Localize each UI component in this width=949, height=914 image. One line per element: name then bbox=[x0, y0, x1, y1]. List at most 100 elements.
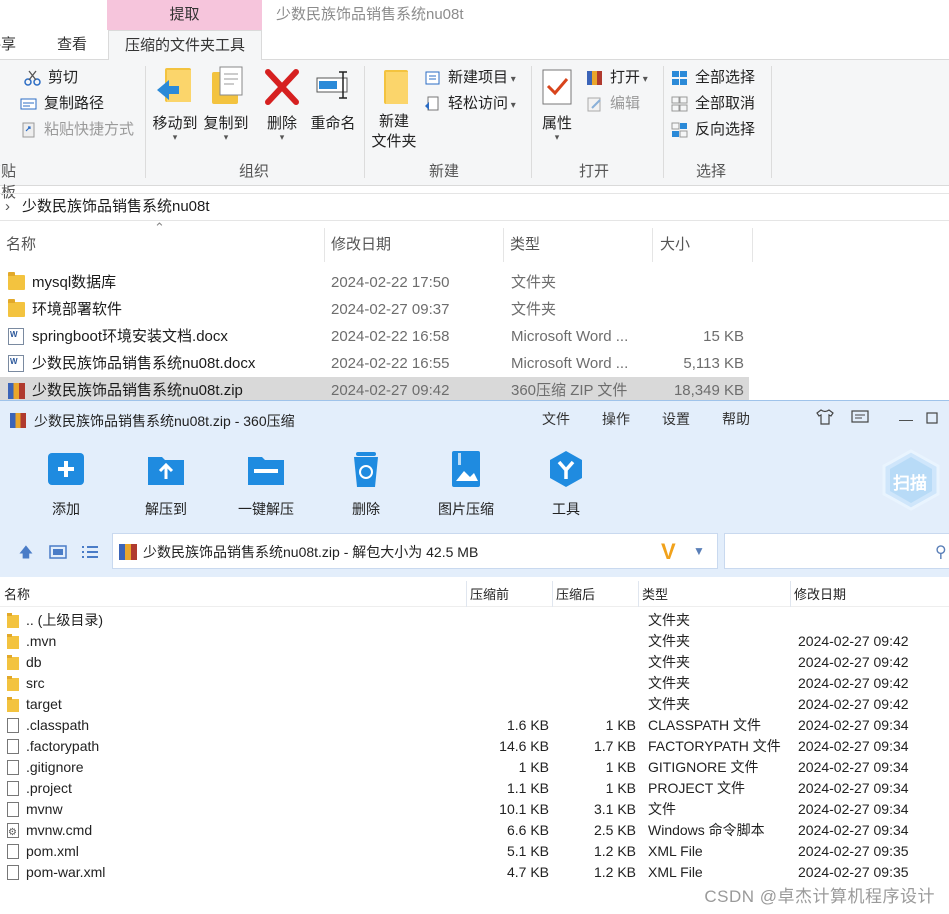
scan-button[interactable]: 扫描 bbox=[880, 449, 942, 511]
select-all-icon bbox=[672, 71, 687, 85]
zip-row[interactable]: pom-war.xml 4.7 KB 1.2 KB XML File 2024-02-2… bbox=[0, 862, 949, 883]
zip-row[interactable]: .classpath 1.6 KB 1 KB CLASSPATH 文件 2024-02-… bbox=[0, 715, 949, 736]
new-folder-icon bbox=[374, 66, 414, 108]
select-none-button[interactable]: 全部取消 bbox=[671, 93, 755, 115]
address-bar[interactable]: › 少数民族饰品销售系统nu08t bbox=[0, 193, 949, 221]
search-icon[interactable]: ⚲ bbox=[935, 542, 947, 562]
column-header-size[interactable]: 大小 bbox=[654, 228, 752, 262]
menu-help[interactable]: 帮助 bbox=[722, 401, 750, 437]
image-compress-button[interactable]: 图片压缩 bbox=[426, 449, 506, 519]
file-icon bbox=[7, 781, 19, 796]
cut-button[interactable]: 剪切 bbox=[24, 67, 78, 89]
zip-row[interactable]: db 文件夹 2024-02-27 09:42 bbox=[0, 652, 949, 673]
zip-item-size-before: 4.7 KB bbox=[506, 864, 549, 880]
copy-path-button[interactable]: 复制路径 bbox=[20, 93, 104, 115]
tab-compressed-folder-tools[interactable]: 压缩的文件夹工具 bbox=[108, 30, 263, 61]
zip-window: 少数民族饰品销售系统nu08t.zip - 360压缩 文件 操作 设置 帮助 … bbox=[0, 400, 949, 914]
zip-column-header-after[interactable]: 压缩后 bbox=[552, 581, 638, 607]
file-row[interactable]: springboot环境安装文档.docx 2024-02-22 16:58 Mic… bbox=[0, 323, 749, 350]
zip-row[interactable]: target 文件夹 2024-02-27 09:42 bbox=[0, 694, 949, 715]
rename-icon bbox=[313, 66, 353, 108]
add-button[interactable]: 添加 bbox=[26, 449, 106, 519]
word-doc-icon bbox=[8, 355, 24, 372]
zip-row[interactable]: .mvn 文件夹 2024-02-27 09:42 bbox=[0, 631, 949, 652]
archive-path-bar[interactable]: 少数民族饰品销售系统nu08t.zip - 解包大小为 42.5 MB V ▼ bbox=[112, 533, 718, 569]
zip-row[interactable]: mvnw.cmd 6.6 KB 2.5 KB Windows 命令脚本 2024-02-… bbox=[0, 820, 949, 843]
v-badge-icon[interactable]: V bbox=[661, 540, 676, 564]
zip-item-type: GITIGNORE 文件 bbox=[648, 759, 759, 775]
menu-settings[interactable]: 设置 bbox=[662, 401, 690, 437]
zip-item-type: 文件夹 bbox=[648, 696, 690, 712]
rename-button[interactable]: 重命名 bbox=[308, 66, 358, 133]
open-button[interactable]: 打开 ▾ bbox=[586, 67, 648, 89]
zip-item-size-after: 1 KB bbox=[605, 780, 636, 796]
list-view-icon[interactable] bbox=[81, 544, 99, 560]
zip-item-size-after: 1.2 KB bbox=[593, 864, 636, 880]
easy-access-button[interactable]: 轻松访问 ▾ bbox=[424, 93, 516, 115]
zip-row[interactable]: .. (上级目录) 文件夹 bbox=[0, 610, 949, 631]
delete-archive-item-button[interactable]: 删除 bbox=[326, 449, 406, 519]
move-to-button[interactable]: 移动到 ▾ bbox=[150, 66, 200, 142]
zip-column-header-name[interactable]: 名称 bbox=[0, 581, 466, 607]
zip-row[interactable]: src 文件夹 2024-02-27 09:42 bbox=[0, 673, 949, 694]
tab-share[interactable]: 共享 bbox=[0, 30, 16, 60]
zip-row[interactable]: mvnw 10.1 KB 3.1 KB 文件 2024-02-27 09:34 bbox=[0, 799, 949, 820]
maximize-icon[interactable] bbox=[922, 409, 942, 429]
zip-titlebar: 少数民族饰品销售系统nu08t.zip - 360压缩 文件 操作 设置 帮助 … bbox=[0, 401, 949, 439]
file-date: 2024-02-22 16:55 bbox=[331, 355, 450, 372]
column-header-date[interactable]: 修改日期 bbox=[325, 228, 503, 262]
zip-row[interactable]: .gitignore 1 KB 1 KB GITIGNORE 文件 2024-02-27… bbox=[0, 757, 949, 778]
zip-item-type: PROJECT 文件 bbox=[648, 780, 745, 796]
skin-shirt-icon[interactable] bbox=[815, 409, 835, 429]
file-date: 2024-02-22 17:50 bbox=[331, 274, 450, 291]
column-header-name[interactable]: 名称 bbox=[0, 228, 324, 262]
tab-extract[interactable]: 提取 bbox=[107, 0, 262, 30]
tools-button[interactable]: 工具 bbox=[526, 449, 606, 519]
zip-item-name: db bbox=[26, 654, 42, 670]
copy-to-icon bbox=[206, 66, 246, 108]
zip-row[interactable]: .factorypath 14.6 KB 1.7 KB FACTORYPATH 文件 2… bbox=[0, 736, 949, 757]
one-click-extract-button[interactable]: 一键解压 bbox=[226, 449, 306, 519]
zip-row[interactable]: pom.xml 5.1 KB 1.2 KB XML File 2024-02-27 09… bbox=[0, 841, 949, 862]
file-row[interactable]: 环境部署软件 2024-02-27 09:37 文件夹 bbox=[0, 296, 749, 323]
column-divider bbox=[752, 228, 753, 262]
thumbnail-view-icon[interactable] bbox=[49, 544, 67, 560]
zip-item-size-before: 1.1 KB bbox=[506, 780, 549, 796]
window-title: 少数民族饰品销售系统nu08t bbox=[276, 6, 464, 23]
minimize-icon[interactable]: — bbox=[896, 409, 916, 429]
zip-item-type: 文件夹 bbox=[648, 633, 690, 649]
zip-item-date: 2024-02-27 09:42 bbox=[798, 696, 909, 712]
ribbon: 粘贴 剪切 复制路径 粘贴快捷方式 剪贴板 移动到▾ 复制到▾ 删除▾ 重命名 bbox=[0, 60, 949, 201]
file-row[interactable]: mysql数据库 2024-02-22 17:50 文件夹 bbox=[0, 269, 749, 296]
zip-search-input[interactable]: ⚲ bbox=[724, 533, 949, 569]
properties-button[interactable]: 属性 ▾ bbox=[537, 66, 577, 142]
edit-button[interactable]: 编辑 bbox=[586, 93, 640, 115]
zip-column-header-date[interactable]: 修改日期 bbox=[790, 581, 949, 607]
extract-to-button[interactable]: 解压到 bbox=[126, 449, 206, 519]
up-arrow-icon[interactable]: 🡅 bbox=[17, 544, 35, 560]
zip-column-header-type[interactable]: 类型 bbox=[638, 581, 790, 607]
menu-file[interactable]: 文件 bbox=[542, 401, 570, 437]
new-item-button[interactable]: 新建项目 ▾ bbox=[424, 67, 516, 89]
paste-shortcut-button[interactable]: 粘贴快捷方式 bbox=[20, 119, 134, 141]
new-folder-button[interactable]: 新建 文件夹 bbox=[370, 66, 418, 152]
paste-shortcut-icon bbox=[22, 122, 35, 138]
select-all-button[interactable]: 全部选择 bbox=[671, 67, 755, 89]
delete-button[interactable]: 删除 ▾ bbox=[262, 66, 302, 142]
zip-column-header-before[interactable]: 压缩前 bbox=[466, 581, 552, 607]
invert-selection-button[interactable]: 反向选择 bbox=[671, 119, 755, 141]
column-header-type[interactable]: 类型 bbox=[504, 228, 652, 262]
tab-view[interactable]: 查看 bbox=[57, 30, 87, 60]
feedback-icon[interactable] bbox=[850, 409, 870, 429]
chevron-down-icon[interactable]: ▼ bbox=[693, 544, 705, 558]
zip-window-title: 少数民族饰品销售系统nu08t.zip - 360压缩 bbox=[34, 413, 295, 429]
zip-row[interactable]: .project 1.1 KB 1 KB PROJECT 文件 2024-02-27 0… bbox=[0, 778, 949, 799]
copy-to-button[interactable]: 复制到 ▾ bbox=[201, 66, 251, 142]
zip-item-type: 文件夹 bbox=[648, 675, 690, 691]
zip-item-type: CLASSPATH 文件 bbox=[648, 717, 762, 733]
ribbon-divider bbox=[145, 66, 146, 178]
menu-operate[interactable]: 操作 bbox=[602, 401, 630, 437]
zip-item-name: src bbox=[26, 675, 45, 691]
file-row[interactable]: 少数民族饰品销售系统nu08t.docx 2024-02-22 16:55 Micr… bbox=[0, 350, 749, 377]
file-type: 文件夹 bbox=[511, 301, 557, 318]
